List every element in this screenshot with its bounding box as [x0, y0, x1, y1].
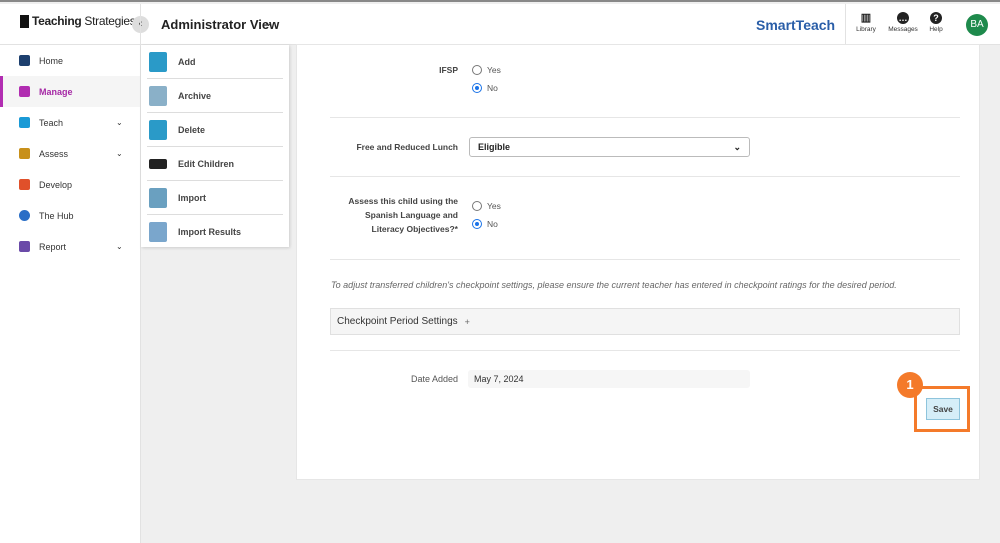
radio-circle [472, 201, 482, 211]
lunch-value: Eligible [478, 142, 511, 152]
delete-child-icon [149, 119, 167, 140]
divider [330, 350, 960, 351]
submenu-edit-children[interactable]: Edit Children [147, 147, 283, 181]
library-icon: ▥ [860, 12, 872, 24]
sidebar-item-assess[interactable]: Assess ⌄ [0, 138, 140, 169]
submenu-delete[interactable]: Delete [147, 113, 283, 147]
radio-label: No [487, 83, 498, 93]
ifsp-yes-radio[interactable]: Yes [472, 65, 501, 75]
sidebar-item-report[interactable]: Report ⌄ [0, 231, 140, 262]
radio-label: Yes [487, 65, 501, 75]
archive-icon [149, 85, 167, 106]
submenu-label: Delete [178, 124, 206, 135]
divider [330, 176, 960, 177]
book-icon [19, 117, 30, 128]
label-line: Assess this child using the [348, 196, 458, 206]
sidebar-item-the-hub[interactable]: The Hub [0, 200, 140, 231]
import-folder-icon [149, 187, 167, 208]
manage-icon [19, 86, 30, 97]
chevron-down-icon: ⌄ [733, 141, 741, 152]
add-child-icon [149, 51, 167, 72]
ifsp-label: IFSP [439, 65, 458, 75]
plus-icon: + [464, 316, 470, 327]
nav-label: Report [39, 241, 67, 252]
chevron-down-icon: ⌄ [116, 118, 123, 127]
children-group-icon [149, 158, 167, 169]
submenu-label: Edit Children [178, 158, 234, 169]
nav-label: Teach [39, 117, 64, 128]
nav-label: The Hub [39, 210, 74, 221]
sidebar-item-home[interactable]: Home [0, 45, 140, 76]
nav-label: Home [39, 55, 64, 66]
submenu-import[interactable]: Import [147, 181, 283, 215]
help-label: Help [929, 26, 943, 33]
radio-circle [472, 65, 482, 75]
notebook-icon [149, 222, 167, 242]
radio-circle [472, 219, 482, 229]
library-button[interactable]: ▥ Library [846, 10, 886, 33]
spanish-no-radio[interactable]: No [472, 219, 498, 229]
submenu-archive[interactable]: Archive [147, 79, 283, 113]
spanish-yes-radio[interactable]: Yes [472, 201, 501, 211]
logo-text-light: Strategies [84, 14, 136, 28]
step-badge: 1 [897, 372, 923, 398]
help-icon: ? [930, 12, 942, 24]
submenu-label: Import Results [178, 227, 242, 237]
submenu-import-results[interactable]: Import Results [147, 215, 283, 249]
sidebar-item-manage[interactable]: Manage [0, 76, 140, 107]
teaching-strategies-logo[interactable]: Teaching Strategies [20, 14, 136, 28]
checkpoint-period-settings-toggle[interactable]: Checkpoint Period Settings + [330, 308, 960, 335]
top-header: TeachingStrategies ‹ Administrator View … [0, 4, 1000, 45]
spanish-label: Assess this child using the Spanish Langu… [320, 194, 458, 236]
date-added-label: Date Added [410, 374, 458, 384]
user-avatar[interactable]: BA [966, 14, 988, 36]
divider [330, 117, 960, 118]
checkpoint-label: Checkpoint Period Settings [337, 316, 458, 327]
logo-text: Teaching [32, 14, 82, 28]
home-icon [19, 55, 30, 66]
sidebar-item-develop[interactable]: Develop [0, 169, 140, 200]
chevron-down-icon: ⌄ [116, 242, 123, 251]
chevron-down-icon[interactable]: ⌄ [263, 14, 274, 30]
submenu-label: Import [178, 192, 206, 203]
view-selector[interactable]: Administrator View [161, 17, 279, 32]
nav-label: Manage [39, 86, 73, 97]
submenu-label: Archive [178, 90, 212, 101]
assess-icon [19, 148, 30, 159]
bar-chart-icon [19, 241, 30, 252]
ifsp-no-radio[interactable]: No [472, 83, 498, 93]
nav-label: Develop [39, 179, 73, 190]
sidebar: Home Manage Teach ⌄ Assess ⌄ Develop The H… [0, 45, 141, 543]
radio-label: Yes [487, 201, 501, 211]
smartteach-brand: SmartTeach [756, 17, 836, 33]
lunch-label: Free and Reduced Lunch [356, 142, 458, 152]
checkpoint-note: To adjust transferred children's checkpo… [331, 280, 897, 290]
sidebar-item-teach[interactable]: Teach ⌄ [0, 107, 140, 138]
child-form-card [296, 44, 980, 480]
divider [330, 259, 960, 260]
divider [140, 4, 141, 45]
chevron-down-icon: ⌄ [116, 149, 123, 158]
messages-label: Messages [888, 26, 918, 33]
manage-submenu: Add Archive Delete Edit Children Import … [141, 45, 289, 247]
lunch-select[interactable]: Eligible ⌄ [469, 137, 750, 157]
radio-label: No [487, 219, 498, 229]
help-button[interactable]: ? Help [916, 10, 956, 33]
logo-book-icon [20, 14, 29, 28]
globe-icon [19, 210, 30, 221]
library-label: Library [856, 26, 876, 33]
submenu-add[interactable]: Add [147, 45, 283, 79]
submenu-label: Add [178, 56, 196, 67]
graduation-cap-icon [19, 179, 30, 190]
date-added-value: May 7, 2024 [468, 370, 750, 388]
nav-label: Assess [39, 148, 69, 159]
save-button[interactable]: Save [926, 398, 960, 420]
radio-circle [472, 83, 482, 93]
label-line: Spanish Language and [364, 210, 458, 220]
messages-icon: … [897, 12, 909, 24]
label-line: Literacy Objectives?* [371, 224, 458, 234]
